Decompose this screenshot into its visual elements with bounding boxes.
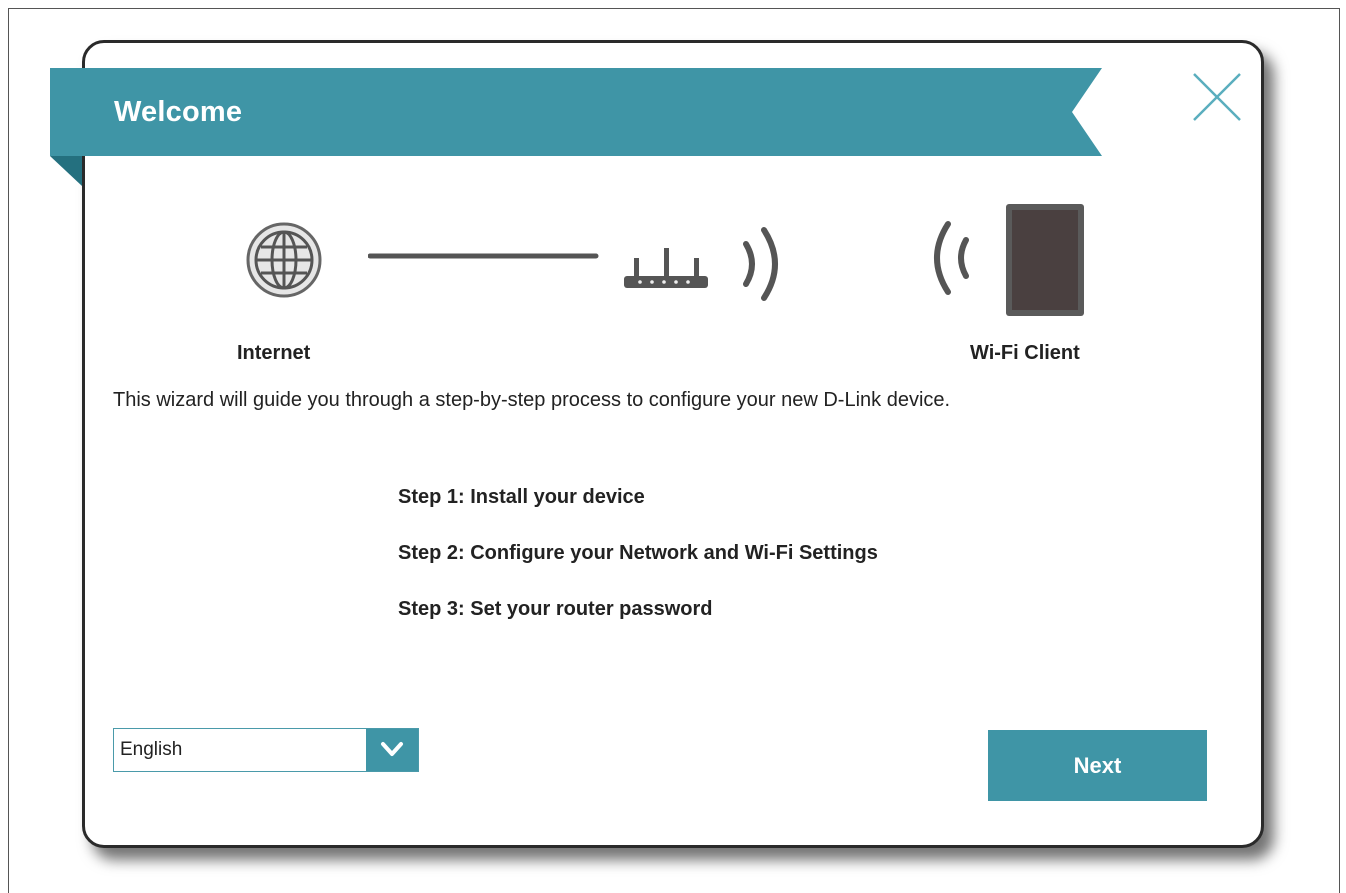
tablet-icon (1006, 204, 1084, 316)
page-title: Welcome (114, 96, 243, 128)
welcome-banner: Welcome (50, 68, 1102, 186)
wifi-receive-icon (934, 221, 969, 295)
close-button[interactable] (1190, 70, 1244, 124)
wifi-client-label: Wi-Fi Client (970, 342, 1080, 364)
step-item: Step 1: Install your device (398, 486, 645, 508)
wifi-signal-icon (743, 227, 778, 301)
language-value: English (120, 739, 183, 760)
internet-label: Internet (237, 342, 311, 364)
chevron-down-icon (381, 742, 403, 756)
router-icon (624, 248, 708, 288)
step-item: Step 2: Configure your Network and Wi-Fi… (398, 542, 878, 564)
language-select[interactable]: English (113, 728, 419, 772)
step-item: Step 3: Set your router password (398, 598, 713, 620)
dropdown-toggle[interactable] (366, 729, 418, 771)
next-button[interactable]: Next (988, 730, 1207, 801)
globe-icon (246, 222, 322, 298)
close-icon (1193, 73, 1241, 121)
steps-list: Step 1: Install your device Step 2: Conf… (398, 482, 878, 650)
connection-line (368, 253, 599, 259)
intro-text: This wizard will guide you through a ste… (113, 389, 951, 411)
